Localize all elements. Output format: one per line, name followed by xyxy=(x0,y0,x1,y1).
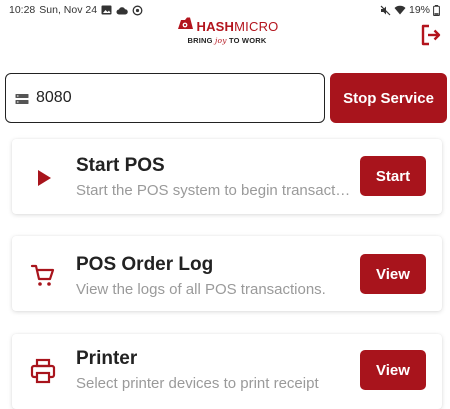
tagline-joy: joy xyxy=(214,36,227,45)
wifi-icon xyxy=(394,5,406,15)
battery-level: 19% xyxy=(408,4,430,16)
logout-icon[interactable] xyxy=(420,24,442,46)
brand-logo: HASHMICRO BRING joy TO WORK xyxy=(172,17,282,47)
card-title: Printer xyxy=(76,348,138,369)
tagline-after: TO WORK xyxy=(228,36,267,45)
port-input[interactable] xyxy=(36,89,306,107)
status-right: 19% xyxy=(380,4,440,16)
stop-service-button[interactable]: Stop Service xyxy=(330,73,447,123)
port-field[interactable] xyxy=(5,73,325,123)
play-icon xyxy=(28,163,58,193)
card-description: Select printer devices to print receipt xyxy=(76,375,319,392)
cloud-icon xyxy=(116,6,128,15)
view-order-log-button[interactable]: View xyxy=(360,254,426,294)
logo-row: HASHMICRO xyxy=(172,17,282,35)
mute-icon xyxy=(380,5,391,16)
sync-icon xyxy=(132,5,143,16)
card-title: Start POS xyxy=(76,155,165,176)
logo-mark-icon xyxy=(176,17,194,35)
status-time: 10:28 xyxy=(9,4,36,16)
card-start-pos: Start POS Start the POS system to begin … xyxy=(12,139,442,214)
logo-tagline: BRING joy TO WORK xyxy=(172,36,282,45)
tagline-before: BRING xyxy=(187,36,213,45)
start-pos-button[interactable]: Start xyxy=(360,156,426,196)
logo-name-thin: MICRO xyxy=(234,18,279,34)
card-description: Start the POS system to begin transacti… xyxy=(76,182,351,199)
cart-icon xyxy=(28,260,58,290)
card-pos-order-log: POS Order Log View the logs of all POS t… xyxy=(12,236,442,311)
card-printer: Printer Select printer devices to print … xyxy=(12,334,442,409)
card-title: POS Order Log xyxy=(76,254,214,275)
status-left: 10:28 Sun, Nov 24 xyxy=(9,4,143,16)
printer-icon xyxy=(28,356,58,386)
server-icon xyxy=(15,92,29,104)
image-icon xyxy=(101,5,112,15)
logo-name: HASHMICRO xyxy=(197,19,279,34)
view-printer-button[interactable]: View xyxy=(360,350,426,390)
battery-icon xyxy=(433,4,440,16)
logo-name-bold: HASH xyxy=(196,18,235,34)
card-description: View the logs of all POS transactions. xyxy=(76,281,326,298)
status-date: Sun, Nov 24 xyxy=(39,4,98,16)
